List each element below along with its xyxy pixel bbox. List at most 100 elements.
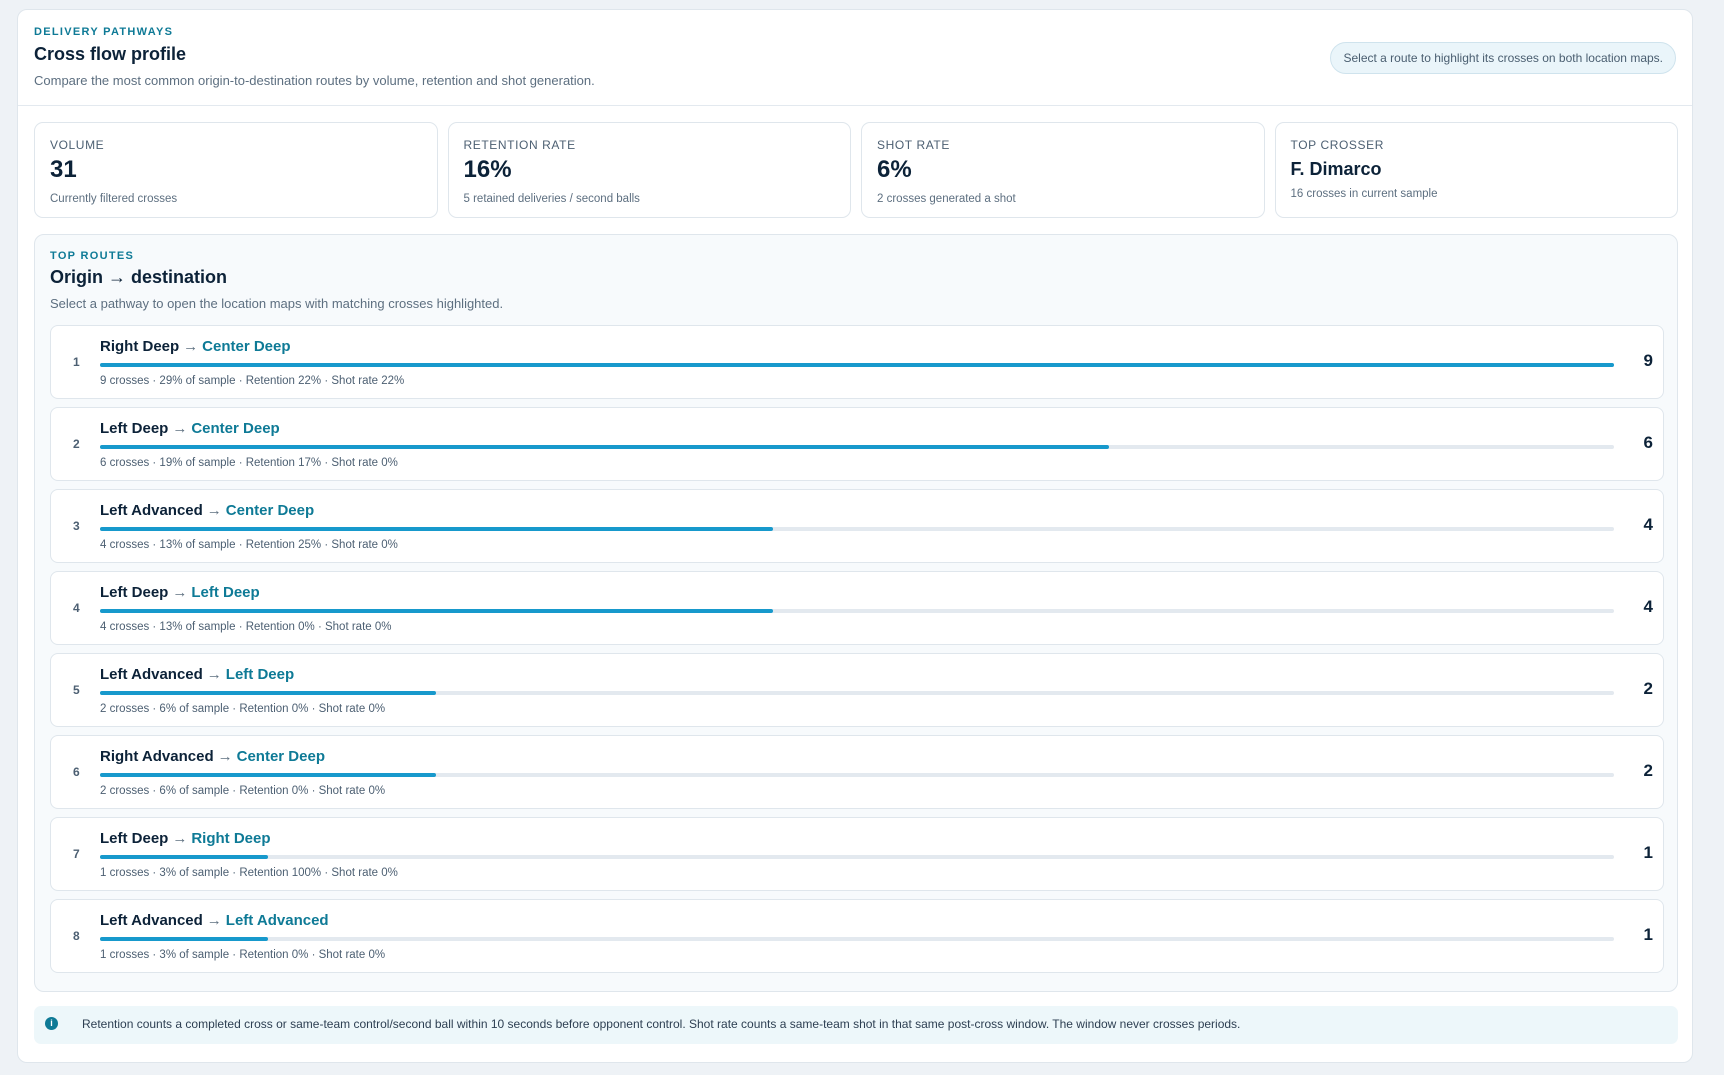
route-count: 1 (1643, 843, 1653, 862)
route-row-1[interactable]: 1 Right Deep → Center Deep 9 crosses · 29%… (50, 325, 1664, 399)
arrow-right-icon: → (172, 830, 188, 847)
stat-card-volume: VOLUME 31 Currently filtered crosses (34, 122, 438, 218)
arrow-right-icon: → (217, 748, 233, 765)
route-volume-bar (100, 363, 1614, 367)
route-destination: Center Deep (191, 420, 280, 437)
route-count: 4 (1643, 515, 1653, 534)
route-origin: Left Deep (100, 830, 169, 847)
route-destination: Center Deep (202, 338, 291, 355)
route-volume-bar (100, 773, 437, 777)
route-rank: 7 (73, 847, 80, 861)
page-subtitle: Compare the most common origin-to-destin… (34, 73, 595, 88)
stat-value: F. Dimarco (1290, 159, 1382, 179)
page-title: Cross flow profile (34, 44, 187, 64)
route-volume-track (100, 937, 1614, 941)
route-origin: Left Advanced (100, 912, 203, 929)
route-name: Left Advanced → Left Advanced (100, 912, 329, 929)
route-origin: Left Deep (100, 584, 169, 601)
route-count: 4 (1643, 597, 1653, 616)
stats-row: VOLUME 31 Currently filtered crosses RET… (34, 122, 1678, 218)
route-meta: 2 crosses · 6% of sample · Retention 0% … (100, 785, 386, 797)
route-volume-bar (100, 855, 269, 859)
route-origin: Right Deep (100, 338, 180, 355)
route-row-4[interactable]: 4 Left Deep → Left Deep 4 crosses · 13% of… (50, 571, 1664, 645)
route-origin: Left Advanced (100, 666, 203, 683)
route-row-8[interactable]: 8 Left Advanced → Left Advanced 1 crosses … (50, 899, 1664, 973)
route-origin: Left Advanced (100, 502, 203, 519)
arrow-right-icon: → (172, 584, 188, 601)
stat-description: 5 retained deliveries / second balls (463, 193, 640, 205)
route-name: Right Deep → Center Deep (100, 338, 291, 355)
route-destination: Center Deep (236, 748, 325, 765)
route-row-3[interactable]: 3 Left Advanced → Center Deep 4 crosses · … (50, 489, 1664, 563)
route-meta: 2 crosses · 6% of sample · Retention 0% … (100, 703, 386, 715)
stat-description: 16 crosses in current sample (1290, 188, 1438, 200)
note-text: Retention counts a completed cross or sa… (82, 1017, 1241, 1031)
route-hint-badge: Select a route to highlight its crosses … (1330, 42, 1676, 74)
stat-label: TOP CROSSER (1290, 138, 1385, 152)
route-row-2[interactable]: 2 Left Deep → Center Deep 6 crosses · 19% … (50, 407, 1664, 481)
route-rank: 3 (73, 519, 80, 533)
stat-card-top-crosser: TOP CROSSER F. Dimarco 16 crosses in cur… (1274, 122, 1678, 218)
route-name: Right Advanced → Center Deep (100, 748, 325, 765)
stat-label: RETENTION RATE (463, 138, 576, 152)
routes-eyebrow: TOP ROUTES (50, 250, 135, 262)
route-meta: 4 crosses · 13% of sample · Retention 25… (100, 539, 398, 551)
arrow-right-icon: → (172, 420, 188, 437)
route-name: Left Deep → Right Deep (100, 830, 271, 847)
route-origin: Left Deep (100, 420, 169, 437)
stat-label: VOLUME (50, 138, 105, 152)
route-name: Left Advanced → Center Deep (100, 502, 314, 519)
route-rank: 4 (73, 601, 80, 615)
route-destination: Left Deep (191, 584, 260, 601)
routes-description: Select a pathway to open the location ma… (50, 296, 504, 311)
route-destination: Left Deep (225, 666, 295, 683)
stat-value: 16% (463, 156, 512, 183)
route-row-6[interactable]: 6 Right Advanced → Center Deep 2 crosses ·… (50, 735, 1664, 809)
routes-title: Origin → destination (50, 267, 228, 287)
route-volume-track (100, 691, 1614, 695)
route-count: 2 (1643, 679, 1653, 698)
route-name: Left Deep → Left Deep (100, 584, 260, 601)
route-meta: 6 crosses · 19% of sample · Retention 17… (100, 457, 398, 469)
route-rank: 8 (73, 929, 80, 943)
panel-header: DELIVERY PATHWAYS Cross flow profile Com… (18, 10, 1692, 106)
route-rank: 1 (73, 355, 80, 369)
route-meta: 9 crosses · 29% of sample · Retention 22… (100, 375, 405, 387)
arrow-right-icon: → (206, 666, 222, 683)
route-count: 6 (1643, 433, 1653, 452)
route-origin: Right Advanced (100, 748, 214, 765)
route-meta: 4 crosses · 13% of sample · Retention 0%… (100, 621, 392, 633)
info-icon: i (45, 1017, 58, 1030)
route-volume-bar (100, 937, 269, 941)
stat-description: Currently filtered crosses (50, 193, 178, 205)
route-name: Left Deep → Center Deep (100, 420, 280, 437)
route-meta: 1 crosses · 3% of sample · Retention 0% … (100, 949, 386, 961)
methodology-note: i Retention counts a completed cross or … (34, 1006, 1678, 1044)
route-rank: 2 (73, 437, 80, 451)
stat-value: 6% (877, 156, 912, 183)
route-rank: 6 (73, 765, 80, 779)
route-volume-track (100, 445, 1614, 449)
route-row-7[interactable]: 7 Left Deep → Right Deep 1 crosses · 3% of… (50, 817, 1664, 891)
route-volume-track (100, 773, 1614, 777)
route-row-5[interactable]: 5 Left Advanced → Left Deep 2 crosses · 6%… (50, 653, 1664, 727)
route-destination: Left Advanced (225, 912, 329, 929)
route-rank: 5 (73, 683, 80, 697)
stat-description: 2 crosses generated a shot (877, 193, 1016, 205)
route-volume-track (100, 527, 1614, 531)
route-volume-bar (100, 691, 437, 695)
cross-flow-panel: DELIVERY PATHWAYS Cross flow profile Com… (17, 9, 1693, 1063)
route-count: 2 (1643, 761, 1653, 780)
route-volume-track (100, 363, 1614, 367)
arrow-right-icon: → (183, 338, 199, 355)
section-eyebrow: DELIVERY PATHWAYS (34, 26, 174, 38)
top-routes-section: TOP ROUTES Origin → destination Select a… (34, 234, 1678, 992)
route-volume-bar (100, 609, 773, 613)
arrow-right-icon: → (206, 502, 222, 519)
route-volume-track (100, 609, 1614, 613)
stat-value: 31 (50, 156, 77, 183)
route-destination: Center Deep (225, 502, 315, 519)
arrow-right-icon: → (206, 912, 222, 929)
stat-card-retention-rate: RETENTION RATE 16% 5 retained deliveries… (447, 122, 851, 218)
